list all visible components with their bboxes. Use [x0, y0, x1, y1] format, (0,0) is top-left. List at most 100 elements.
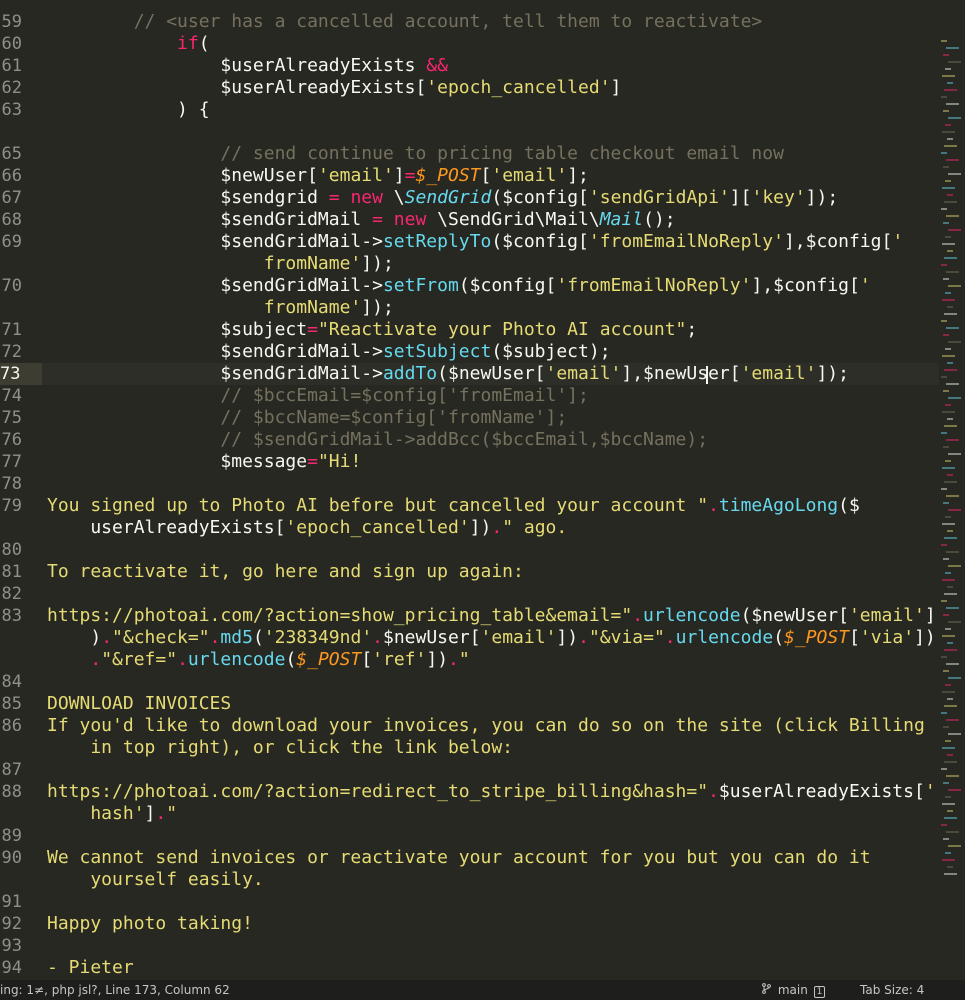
code-token: (: [773, 627, 785, 648]
code-line[interactable]: 80: [0, 539, 940, 561]
code-token: =: [372, 209, 383, 230]
code-line[interactable]: 59 // <user has a cancelled account, tel…: [0, 11, 940, 33]
minimap-line: [946, 103, 959, 105]
code-token: 'key': [751, 187, 806, 208]
minimap-line: [948, 229, 961, 231]
minimap-line: [944, 425, 957, 427]
minimap-line: [947, 810, 953, 812]
code-line[interactable]: 77 $message="Hi!: [0, 451, 940, 473]
code-line[interactable]: 91: [0, 891, 940, 913]
minimap-line: [947, 418, 953, 420]
code-line[interactable]: 83 https://photoai.com/?action=show_prici…: [0, 605, 940, 627]
code-line[interactable]: 82: [0, 583, 940, 605]
code-line[interactable]: 89: [0, 825, 940, 847]
code-line[interactable]: 72 $sendGridMail->setSubject($subject);: [0, 341, 940, 363]
code-line[interactable]: 93: [0, 935, 940, 957]
minimap-line: [946, 607, 959, 609]
code-token: "&ref=": [101, 649, 178, 670]
line-number: 59: [1, 12, 22, 32]
code-line[interactable]: 94 - Pieter: [0, 957, 940, 979]
code-line[interactable]: 75 // $bccName=$config['fromName'];: [0, 407, 940, 429]
code-line[interactable]: 62 $userAlreadyExists['epoch_cancelled']: [0, 77, 940, 99]
minimap-line: [946, 327, 959, 329]
git-branch-name: main: [777, 983, 808, 997]
line-number: 90: [1, 848, 22, 868]
code-line[interactable]: 63 ) {: [0, 99, 940, 121]
code-token: setReplyTo: [382, 231, 492, 252]
minimap-line: [946, 663, 959, 665]
code-token: =: [307, 451, 318, 472]
code-line[interactable]: 86 If you'd like to download your invoice…: [0, 715, 940, 737]
code-line[interactable]: 65 // send continue to pricing table che…: [0, 143, 940, 165]
code-line[interactable]: 84: [0, 671, 940, 693]
code-line[interactable]: hash'].": [0, 803, 940, 825]
line-number: 77: [1, 452, 22, 472]
code-line[interactable]: 60 if(: [0, 33, 940, 55]
git-branch-indicator[interactable]: main 1: [762, 980, 826, 1000]
code-line[interactable]: 92 Happy photo taking!: [0, 913, 940, 935]
code-text: fromName']);: [47, 253, 394, 275]
code-token: .: [664, 627, 676, 648]
code-token: ': [924, 781, 936, 802]
code-line[interactable]: ."&ref=".urlencode($_POST['ref']).": [0, 649, 940, 671]
code-line[interactable]: 61 $userAlreadyExists &&: [0, 55, 940, 77]
code-token: https://photoai.com/?action=show_pricing…: [47, 605, 633, 626]
code-line[interactable]: 74 // $bccEmail=$config['fromEmail'];: [0, 385, 940, 407]
code-line[interactable]: yourself easily.: [0, 869, 940, 891]
code-line[interactable]: 68 $sendGridMail = new \SendGrid\Mail\Ma…: [0, 209, 940, 231]
minimap[interactable]: [939, 0, 965, 980]
code-line[interactable]: 71 $subject="Reactivate your Photo AI ac…: [0, 319, 940, 341]
code-line[interactable]: 70 $sendGridMail->setFrom($config['fromE…: [0, 275, 940, 297]
line-number: 70: [1, 276, 22, 296]
line-number: 65: [1, 144, 22, 164]
code-token: 'ref': [372, 649, 427, 670]
code-token: $userAlreadyExists[: [47, 77, 427, 98]
code-line[interactable]: 79 You signed up to Photo AI before but c…: [0, 495, 940, 517]
code-line[interactable]: )."&check=".md5('238349nd'.$newUser['ema…: [0, 627, 940, 649]
minimap-line: [948, 397, 961, 399]
code-editor[interactable]: 59 // <user has a cancelled account, tel…: [0, 0, 965, 980]
code-line[interactable]: 78: [0, 473, 940, 495]
code-line[interactable]: 76 // $sendGridMail->addBcc($bccEmail,$b…: [0, 429, 940, 451]
code-text: $userAlreadyExists &&: [47, 55, 448, 77]
line-number: 71: [1, 320, 22, 340]
minimap-line: [942, 411, 955, 413]
code-line[interactable]: 73 $sendGridMail->addTo($newUser['email'…: [0, 363, 940, 385]
code-line[interactable]: userAlreadyExists['epoch_cancelled'])." …: [0, 517, 940, 539]
code-line[interactable]: [0, 121, 940, 143]
minimap-line: [943, 838, 949, 840]
code-line[interactable]: fromName']);: [0, 297, 940, 319]
code-line[interactable]: fromName']);: [0, 253, 940, 275]
minimap-line: [944, 817, 957, 819]
code-text: Happy photo taking!: [47, 913, 253, 935]
code-token: new: [393, 209, 427, 230]
code-line[interactable]: in top right), or click the link below:: [0, 737, 940, 759]
code-line[interactable]: 90 We cannot send invoices or reactivate …: [0, 847, 940, 869]
minimap-line: [941, 712, 947, 714]
minimap-line: [942, 691, 955, 693]
code-line[interactable]: 85 DOWNLOAD INVOICES: [0, 693, 940, 715]
code-text: - Pieter: [47, 957, 134, 979]
code-text: $userAlreadyExists['epoch_cancelled']: [47, 77, 621, 99]
tab-size-indicator[interactable]: Tab Size: 4: [860, 980, 924, 1000]
code-token: urlencode: [675, 627, 774, 648]
code-line[interactable]: 66 $newUser['email']=$_POST['email'];: [0, 165, 940, 187]
line-number: 73: [0, 363, 42, 385]
code-line[interactable]: 87: [0, 759, 940, 781]
code-token: ];: [567, 165, 589, 186]
code-token: setSubject: [382, 341, 492, 362]
minimap-line: [944, 89, 957, 91]
code-line[interactable]: 69 $sendGridMail->setReplyTo($config['fr…: [0, 231, 940, 253]
code-line[interactable]: 88 https://photoai.com/?action=redirect_t…: [0, 781, 940, 803]
minimap-line: [943, 558, 949, 560]
code-token: ($config[: [458, 275, 557, 296]
minimap-line: [947, 250, 953, 252]
line-number: 68: [1, 210, 22, 230]
minimap-line: [948, 61, 961, 63]
line-number: 80: [1, 540, 22, 560]
code-line[interactable]: 81 To reactivate it, go here and sign up …: [0, 561, 940, 583]
code-token: \SendGrid\Mail\: [426, 209, 600, 230]
code-text: https://photoai.com/?action=show_pricing…: [47, 605, 936, 627]
code-line[interactable]: 67 $sendgrid = new \SendGrid($config['se…: [0, 187, 940, 209]
